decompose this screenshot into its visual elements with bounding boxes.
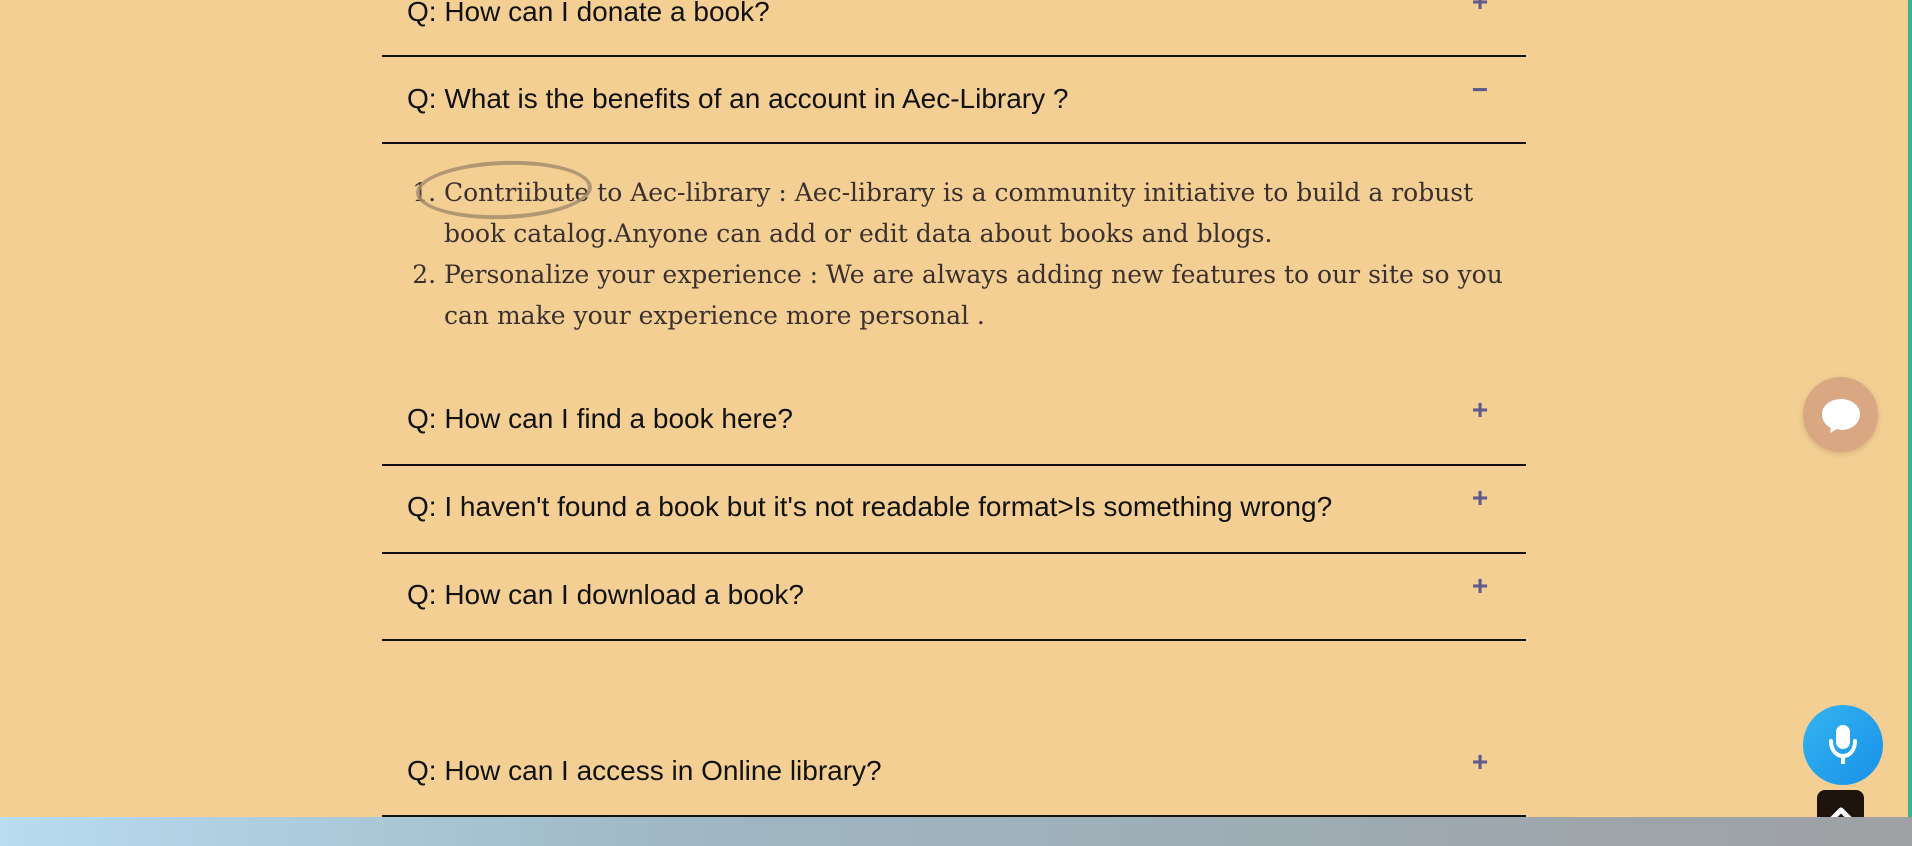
answer-list-item: Contriibute to Aec-library : Aec-library… [444,172,1526,254]
faq-question: Q: What is the benefits of an account in… [407,83,1069,114]
plus-icon[interactable]: + [1470,748,1490,776]
page-edge-accent [1908,0,1912,817]
microphone-icon [1829,725,1857,764]
faq-question: Q: How can I access in Online library? [407,755,882,786]
chat-bubble-icon-shape [1821,398,1860,433]
faq-item[interactable]: Q: What is the benefits of an account in… [382,57,1526,144]
answer-list-item: Personalize your experience : We are alw… [444,254,1526,336]
minus-icon[interactable]: − [1470,76,1490,104]
faq-question: Q: I haven't found a book but it's not r… [407,491,1333,522]
plus-icon[interactable]: + [1470,0,1490,16]
plus-icon[interactable]: + [1470,396,1490,424]
faq-question: Q: How can I download a book? [407,579,804,610]
microphone-button[interactable] [1803,705,1883,785]
faq-question: Q: How can I find a book here? [407,403,793,434]
faq-item[interactable]: Q: How can I download a book? + [382,554,1526,641]
faq-item[interactable]: Q: How can I donate a book? + [382,0,1526,57]
plus-icon[interactable]: + [1470,484,1490,512]
faq-item[interactable]: Q: How can I access in Online library? + [382,729,1526,817]
plus-icon[interactable]: + [1470,572,1490,600]
faq-item[interactable]: Q: How can I find a book here? + [382,378,1526,466]
faq-item[interactable]: Q: I haven't found a book but it's not r… [382,466,1526,554]
faq-question: Q: How can I donate a book? [407,0,770,27]
bottom-strip [0,817,1912,846]
chat-bubble-icon[interactable] [1803,377,1878,452]
